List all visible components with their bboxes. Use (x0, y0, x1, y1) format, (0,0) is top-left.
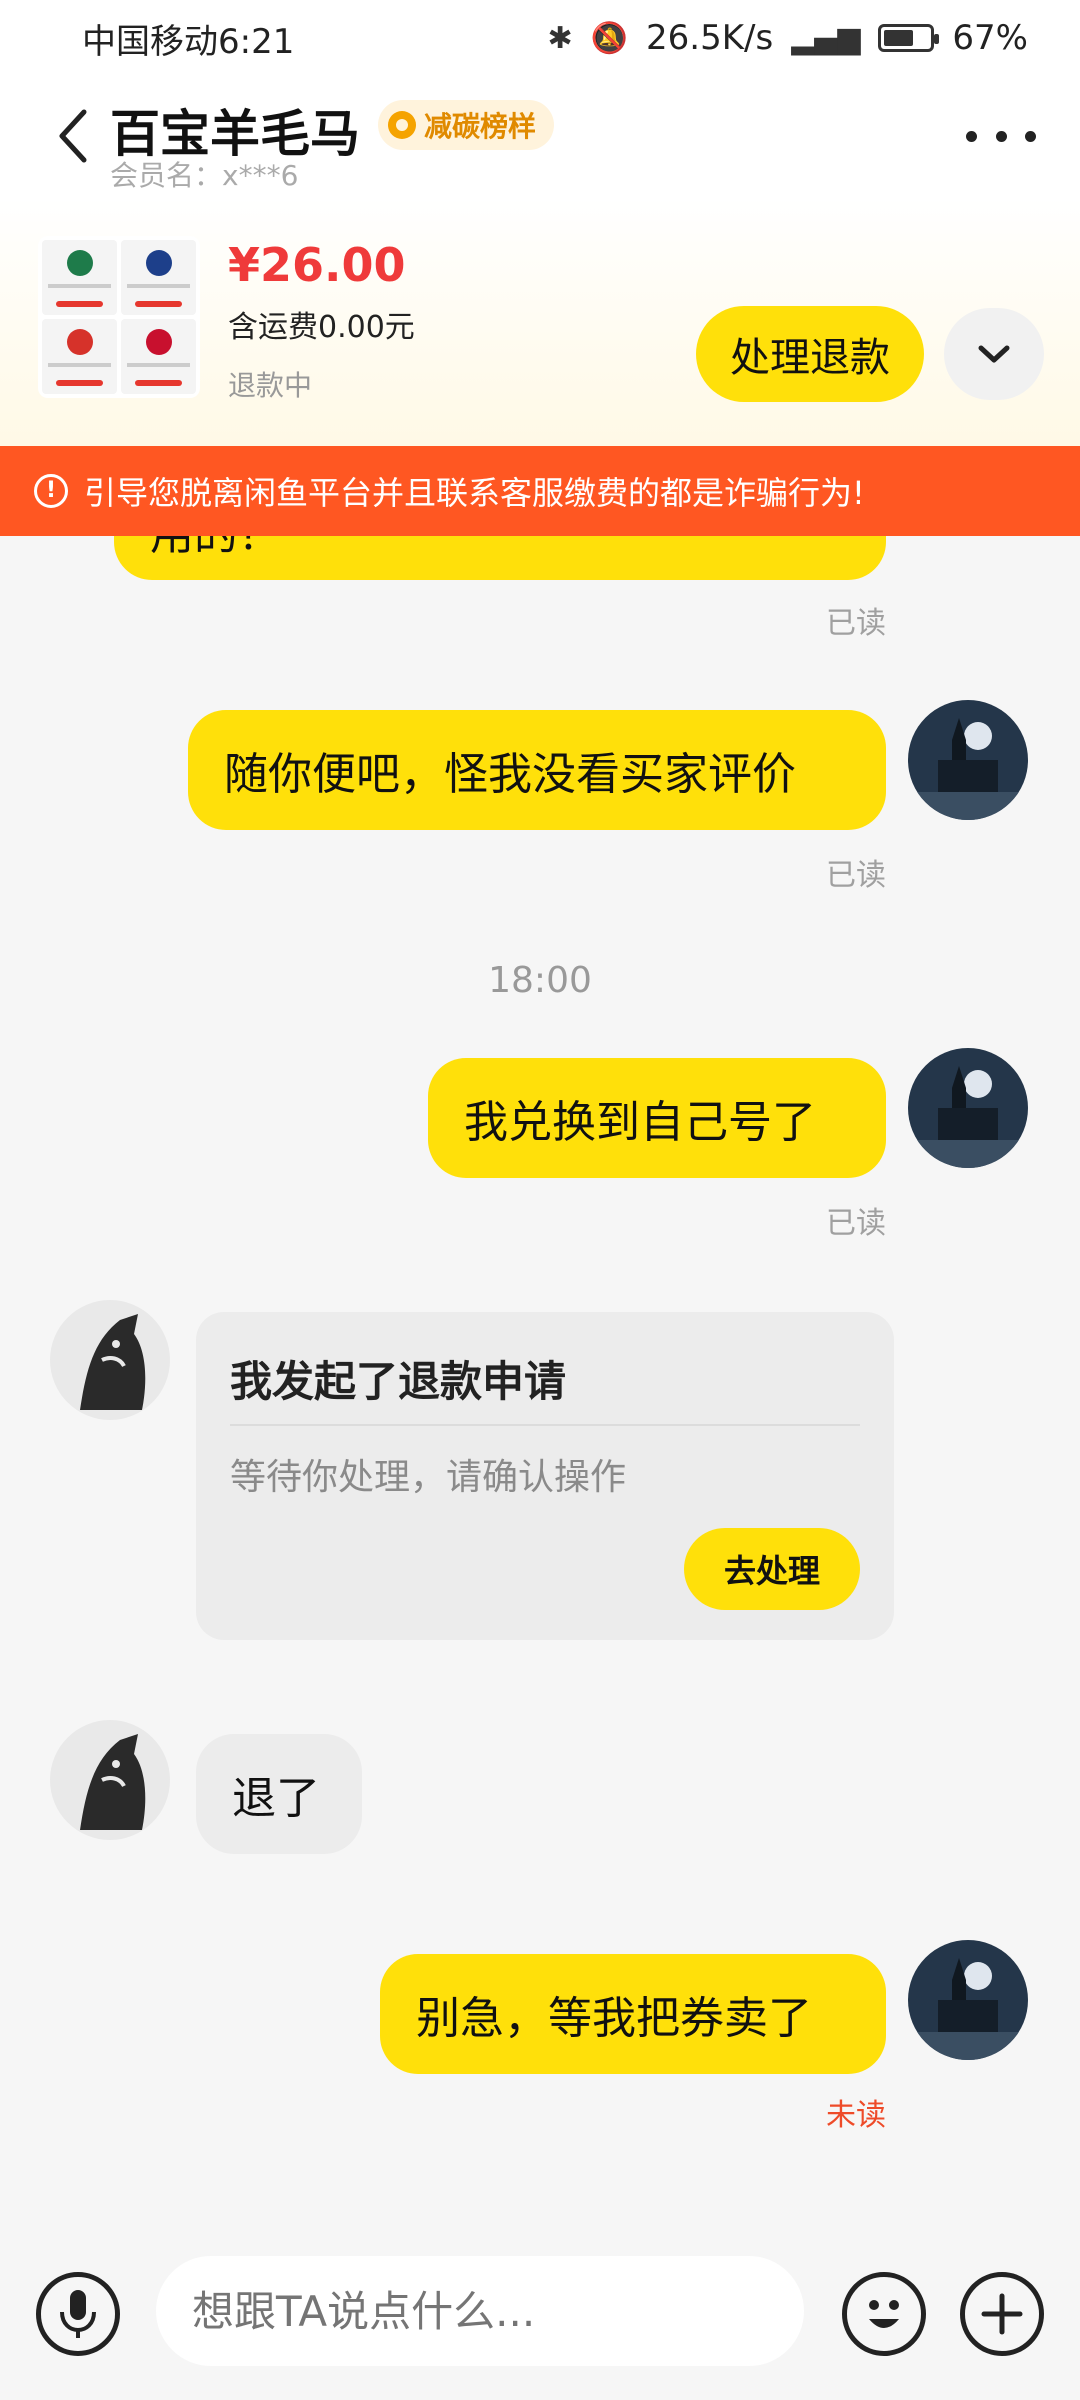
dot-icon (966, 130, 977, 142)
badge-icon (388, 111, 416, 139)
smiley-icon (869, 2300, 899, 2328)
coffee-logo-icon (145, 329, 172, 355)
back-button[interactable] (48, 106, 98, 166)
carrier-time: 中国移动6:21 (82, 21, 295, 62)
coffee-logo-icon (66, 250, 93, 276)
message-input[interactable] (156, 2256, 804, 2366)
dot-icon (1025, 130, 1036, 142)
product-thumbnail[interactable] (38, 236, 200, 398)
coffee-logo-icon (66, 329, 93, 355)
fraud-warning-banner: ! 引导您脱离闲鱼平台并且联系客服缴费的都是诈骗行为! (0, 446, 1080, 536)
divider (230, 1424, 860, 1426)
chat-header: 百宝羊毛马 减碳榜样 会员名：x***6 (0, 76, 1080, 198)
thumb-cell (121, 319, 196, 394)
product-price: ¥26.00 (228, 238, 406, 292)
emoji-button[interactable] (842, 2272, 926, 2356)
chevron-down-icon (978, 345, 1010, 363)
add-button[interactable] (960, 2272, 1044, 2356)
network-speed: 26.5K/s (646, 18, 774, 58)
thumb-cell (42, 240, 117, 315)
back-arrow-icon (59, 109, 87, 163)
seller-avatar[interactable] (50, 1300, 170, 1420)
refund-card-title: 我发起了退款申请 (230, 1357, 567, 1406)
castle-avatar-icon (908, 1940, 1028, 2060)
read-status: 已读 (826, 1206, 886, 1241)
microphone-icon (60, 2290, 96, 2338)
refund-status: 退款中 (228, 369, 313, 402)
carbon-badge[interactable]: 减碳榜样 (378, 100, 555, 150)
shipping-fee: 含运费0.00元 (228, 310, 415, 345)
message-bubble[interactable]: 退了 (196, 1734, 362, 1854)
refund-request-card[interactable]: 我发起了退款申请 等待你处理，请确认操作 去处理 (196, 1312, 894, 1640)
mute-icon: 🔕 (590, 20, 629, 56)
horse-avatar-icon (50, 1720, 170, 1840)
voice-button[interactable] (36, 2272, 120, 2356)
message-timestamp: 18:00 (488, 960, 592, 1001)
plus-icon (981, 2293, 1023, 2335)
message-text: 用的？ (150, 536, 282, 562)
chat-area[interactable]: 用的？ 已读 随你便吧，怪我没看买家评价 已读 18:00 我兑换到自己号了 已… (0, 536, 1080, 2236)
product-card[interactable]: ¥26.00 含运费0.00元 退款中 处理退款 (0, 198, 1080, 446)
dot-icon (995, 130, 1007, 142)
unread-status: 未读 (826, 2098, 886, 2133)
badge-label: 减碳榜样 (424, 110, 537, 143)
warning-text: 引导您脱离闲鱼平台并且联系客服缴费的都是诈骗行为! (84, 474, 865, 512)
battery-percent: 67% (952, 18, 1028, 58)
thumb-cell (121, 240, 196, 315)
message-bubble[interactable]: 随你便吧，怪我没看买家评价 (188, 710, 886, 830)
message-text: 随你便吧，怪我没看买家评价 (224, 749, 796, 800)
horse-avatar-icon (50, 1300, 170, 1420)
warning-icon: ! (34, 474, 68, 508)
castle-avatar-icon (908, 1048, 1028, 1168)
read-status: 已读 (826, 606, 886, 641)
go-handle-button[interactable]: 去处理 (684, 1528, 860, 1610)
signal-icon: ▂▄▆ (791, 20, 861, 56)
thumb-cell (42, 319, 117, 394)
my-avatar[interactable] (908, 1048, 1028, 1168)
battery-icon (878, 24, 940, 52)
handle-refund-button[interactable]: 处理退款 (696, 306, 924, 402)
status-bar: 中国移动6:21 ✱ 🔕 26.5K/s ▂▄▆ 67% (0, 0, 1080, 76)
status-indicators: ✱ 🔕 26.5K/s ▂▄▆ 67% (548, 18, 1028, 58)
message-text: 别急，等我把券卖了 (416, 1993, 812, 2044)
read-status: 已读 (826, 858, 886, 893)
bluetooth-icon: ✱ (547, 20, 573, 56)
message-bubble[interactable]: 别急，等我把券卖了 (380, 1954, 886, 2074)
message-bubble[interactable]: 我兑换到自己号了 (428, 1058, 886, 1178)
refund-card-description: 等待你处理，请确认操作 (230, 1457, 627, 1498)
expand-button[interactable] (944, 308, 1044, 400)
seller-avatar[interactable] (50, 1720, 170, 1840)
message-text: 我兑换到自己号了 (464, 1097, 816, 1148)
message-text: 退了 (232, 1773, 320, 1824)
member-name: 会员名：x***6 (110, 159, 299, 192)
message-bubble[interactable]: 用的？ (114, 536, 886, 580)
my-avatar[interactable] (908, 1940, 1028, 2060)
my-avatar[interactable] (908, 700, 1028, 820)
input-bar (0, 2236, 1080, 2400)
coffee-logo-icon (145, 250, 172, 276)
castle-avatar-icon (908, 700, 1028, 820)
more-options-button[interactable] (966, 116, 1036, 156)
